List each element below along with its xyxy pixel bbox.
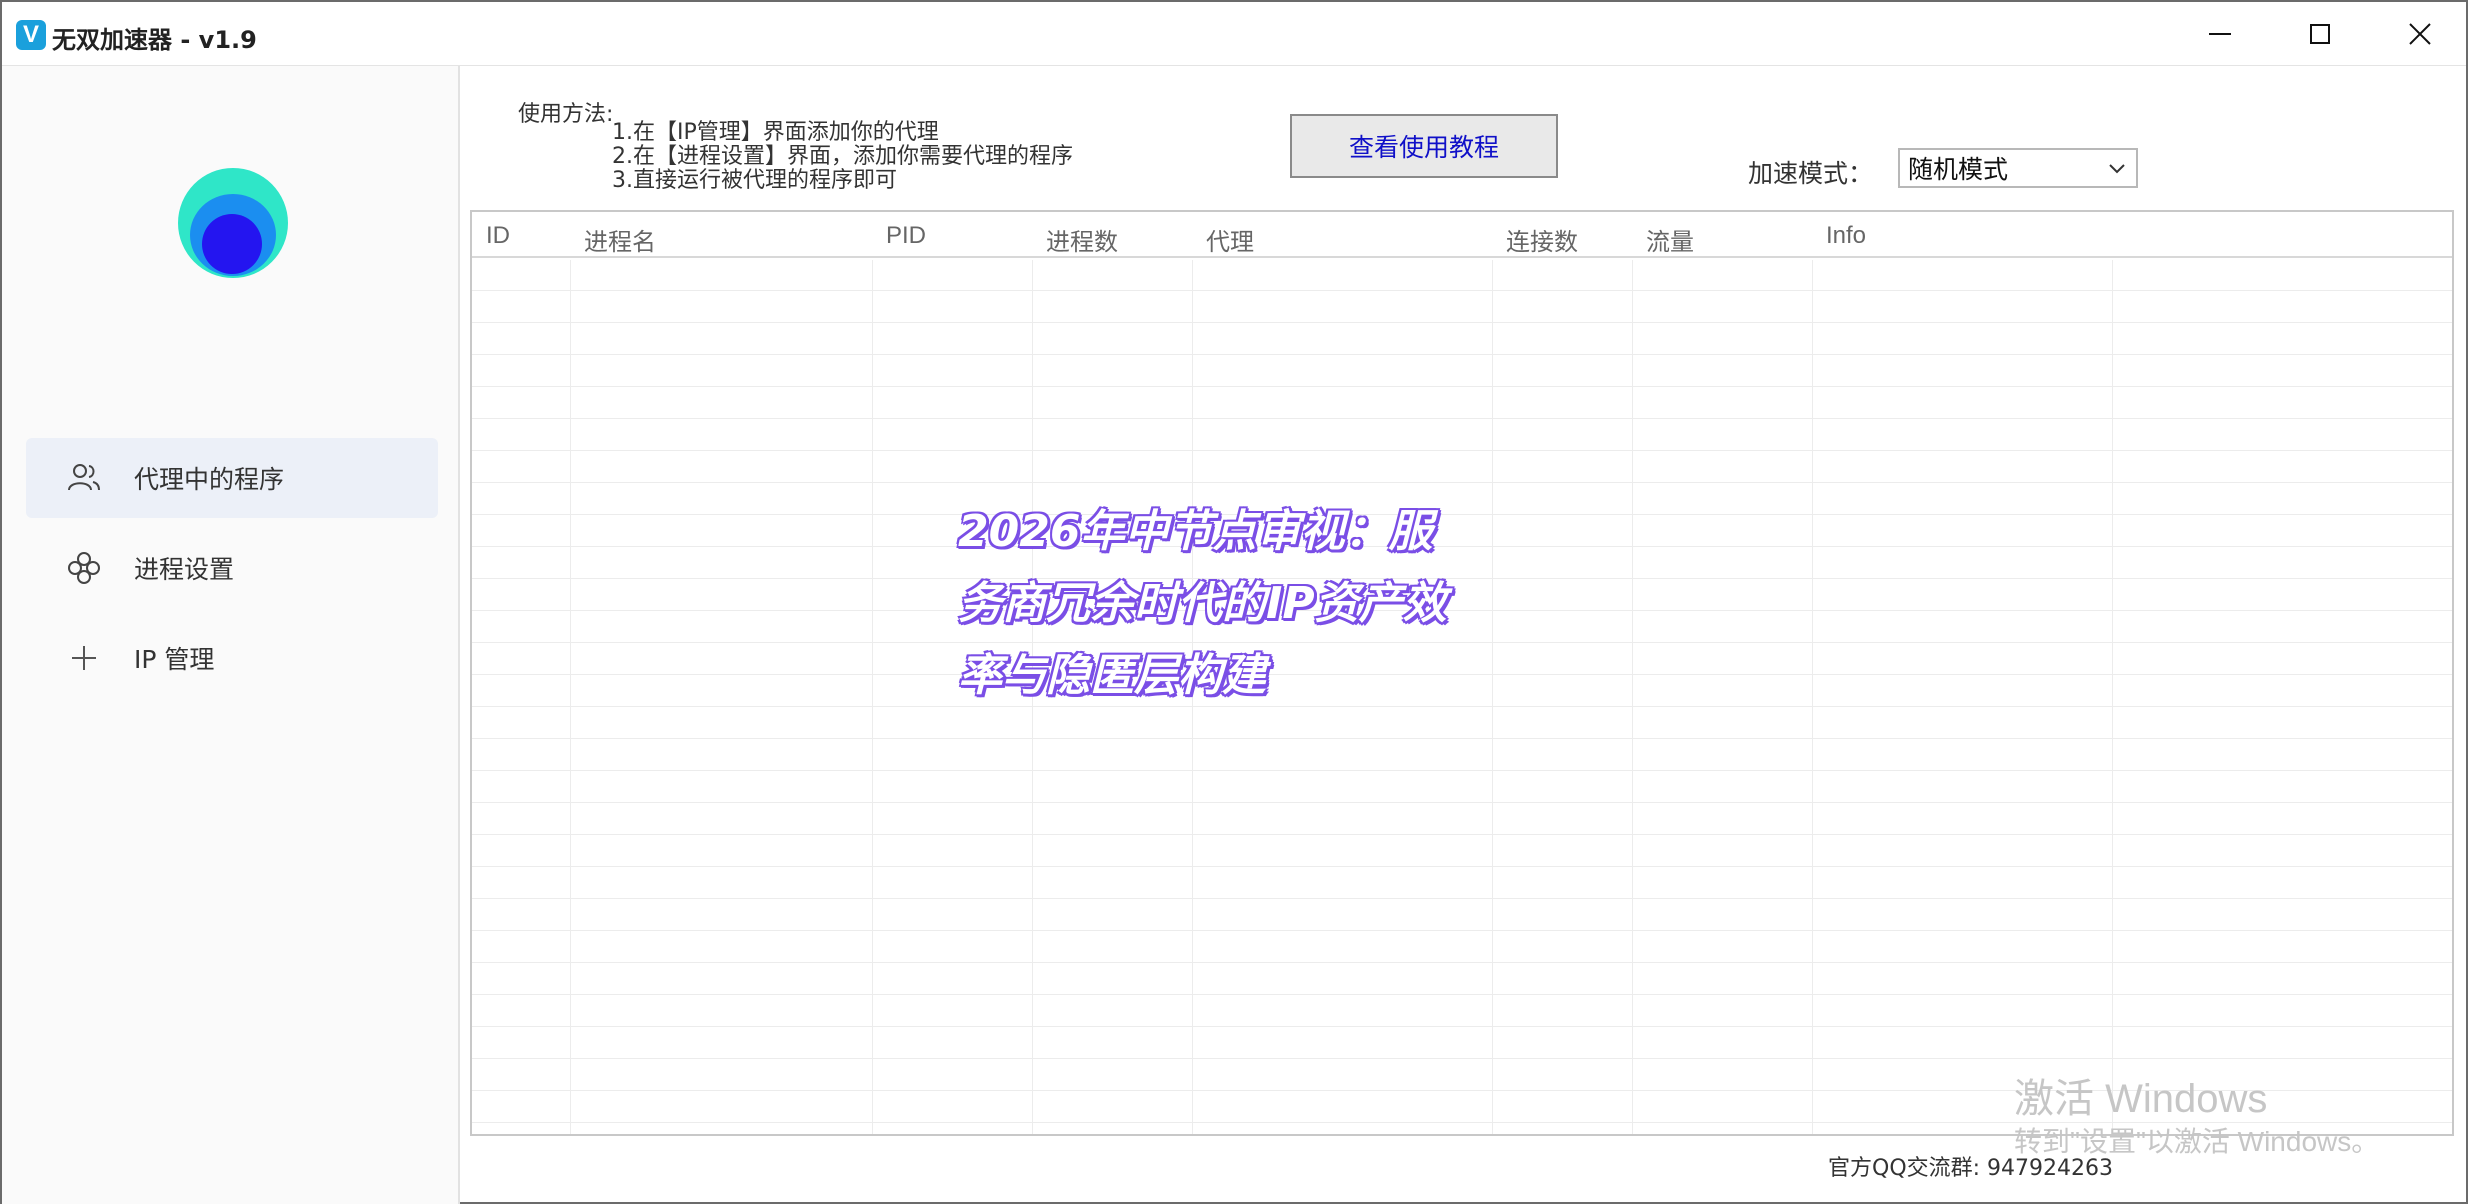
qq-group-text: 官方QQ交流群: 947924263	[1828, 1156, 2114, 1181]
grid-row-line	[472, 450, 2452, 451]
grid-row-line	[472, 354, 2452, 355]
usage-step: 3.直接运行被代理的程序即可	[612, 168, 897, 193]
grid-row-line	[472, 898, 2452, 899]
column-header-process-count[interactable]: 进程数	[1046, 222, 1118, 257]
title-bar: V 无双加速器 - v1.9	[2, 2, 2466, 66]
usage-title: 使用方法:	[518, 102, 614, 127]
column-header-pid[interactable]: PID	[886, 222, 926, 250]
sidebar-item-process-settings[interactable]: 进程设置	[26, 528, 438, 608]
sidebar-item-label: 进程设置	[134, 555, 235, 584]
grid-row-line	[472, 482, 2452, 483]
grid-column-line	[872, 260, 873, 1134]
overlay-line: 2026年中节点审视：服	[958, 506, 1433, 557]
mode-select-value: 随机模式	[1908, 155, 2009, 184]
grid-row-line	[472, 834, 2452, 835]
sidebar-item-proxied-programs[interactable]: 代理中的程序	[26, 438, 438, 518]
grid-row-line	[472, 866, 2452, 867]
grid-row-line	[472, 290, 2452, 291]
app-window: V 无双加速器 - v1.9 代理中的程序 进程设置 IP 管理 使用方法: 1…	[0, 0, 2468, 1204]
maximize-icon	[2310, 24, 2330, 44]
grid-row-line	[472, 770, 2452, 771]
grid-column-line	[1632, 260, 1633, 1134]
overlay-line: 务商冗余时代的IP资产效	[958, 578, 1447, 629]
grid-row-line	[472, 994, 2452, 995]
column-header-proxy[interactable]: 代理	[1206, 222, 1254, 257]
grid-column-line	[1812, 260, 1813, 1134]
sidebar-item-label: 代理中的程序	[134, 465, 285, 494]
column-header-traffic[interactable]: 流量	[1646, 222, 1694, 257]
close-icon	[2409, 23, 2431, 45]
app-logo-icon: V	[16, 20, 46, 50]
grid-row-line	[472, 930, 2452, 931]
grid-row-line	[472, 418, 2452, 419]
grid-row-line	[472, 386, 2452, 387]
view-tutorial-button[interactable]: 查看使用教程	[1290, 114, 1558, 178]
grid-column-line	[570, 260, 571, 1134]
acceleration-mode-label: 加速模式：	[1748, 159, 1874, 188]
minimize-button[interactable]	[2170, 2, 2270, 66]
overlay-line: 率与隐匿层构建	[958, 650, 1266, 701]
grid-row-line	[472, 738, 2452, 739]
grid-row-line	[472, 1026, 2452, 1027]
usage-step: 1.在【IP管理】界面添加你的代理	[612, 120, 939, 145]
windows-activation-title: 激活 Windows	[2014, 1077, 2268, 1121]
column-header-process-name[interactable]: 进程名	[584, 222, 656, 257]
close-button[interactable]	[2370, 2, 2468, 66]
grid-row-line	[472, 962, 2452, 963]
sidebar: 代理中的程序 进程设置 IP 管理	[2, 66, 460, 1204]
chevron-down-icon	[2109, 164, 2125, 174]
acceleration-mode-select[interactable]: 随机模式	[1898, 148, 2138, 188]
clover-icon	[68, 552, 100, 584]
table-header: ID 进程名 PID 进程数 代理 连接数 流量 Info	[472, 212, 2452, 258]
grid-row-line	[472, 802, 2452, 803]
grid-row-line	[472, 322, 2452, 323]
column-header-info[interactable]: Info	[1826, 222, 1866, 250]
window-title: 无双加速器 - v1.9	[52, 26, 257, 54]
plus-icon	[72, 646, 96, 670]
maximize-button[interactable]	[2270, 2, 2370, 66]
sidebar-item-label: IP 管理	[134, 645, 215, 674]
sidebar-item-ip-management[interactable]: IP 管理	[26, 618, 438, 698]
column-header-id[interactable]: ID	[486, 222, 510, 250]
grid-row-line	[472, 1058, 2452, 1059]
app-avatar-icon	[178, 168, 288, 278]
overlay-headline: 2026年中节点审视：服 务商冗余时代的IP资产效 率与隐匿层构建	[958, 496, 1518, 712]
users-icon	[68, 464, 100, 491]
usage-step: 2.在【进程设置】界面，添加你需要代理的程序	[612, 144, 1073, 169]
minimize-icon	[2209, 33, 2231, 35]
grid-column-line	[2112, 260, 2113, 1134]
column-header-connections[interactable]: 连接数	[1506, 222, 1578, 257]
